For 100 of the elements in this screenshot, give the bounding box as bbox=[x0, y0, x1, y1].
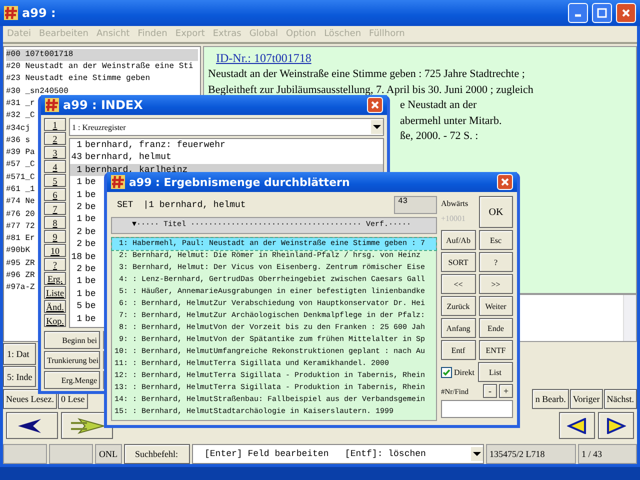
action-button[interactable]: Voriger bbox=[570, 389, 603, 410]
field-entry[interactable]: #97a-Z bbox=[6, 282, 35, 295]
dropdown-arrow-icon bbox=[472, 452, 480, 456]
field-entry[interactable]: #61 _1 bbox=[6, 184, 35, 196]
minus-button[interactable]: - bbox=[483, 384, 497, 398]
app-icon bbox=[4, 6, 18, 20]
field-entry[interactable]: #23 Neustadt eine Stimme geben bbox=[6, 73, 150, 86]
index-entry[interactable]: 18 be bbox=[70, 250, 96, 264]
command-dropdown[interactable]: [Enter] Feld bearbeiten [Entf]: löschen bbox=[192, 444, 484, 464]
field-entry[interactable]: #76 20 bbox=[6, 208, 35, 221]
index-entry[interactable]: 1 be bbox=[70, 213, 96, 226]
field-entry[interactable]: #96 ZR bbox=[6, 270, 35, 282]
browse-button[interactable]: Auf/Ab bbox=[441, 230, 476, 250]
record-text: abermehl unter Mitarb. bbox=[400, 114, 502, 129]
field-entry[interactable]: #57 _C bbox=[6, 159, 35, 172]
field-entry[interactable]: #74 Ne bbox=[6, 196, 35, 209]
direction-label: Abwärts bbox=[441, 199, 470, 208]
dropdown-arrow-icon bbox=[373, 125, 381, 129]
close-button[interactable] bbox=[367, 97, 383, 113]
field-entry[interactable]: #571_C bbox=[6, 172, 35, 184]
field-entry[interactable]: #90bK bbox=[6, 245, 30, 258]
register-button[interactable]: Änd. bbox=[44, 300, 66, 313]
register-button[interactable]: ? bbox=[44, 258, 66, 271]
index-entry[interactable]: 1 be bbox=[70, 275, 96, 288]
field-entry[interactable]: #31 _r bbox=[6, 98, 35, 110]
field-entry[interactable]: #30 _sn240500 bbox=[6, 86, 68, 98]
list-button[interactable]: List bbox=[478, 362, 513, 382]
field-entry[interactable]: #95 ZR bbox=[6, 258, 35, 270]
index-entry[interactable]: 1 bernhard, franz: feuerwehr bbox=[70, 139, 226, 152]
index-action-button[interactable]: Erg.Menge bbox=[44, 371, 100, 389]
tab-button[interactable]: 5: Inde bbox=[3, 366, 36, 388]
index-entry[interactable]: 5 be bbox=[70, 300, 96, 313]
direct-checkbox[interactable]: Direkt bbox=[441, 362, 474, 382]
field-entry[interactable]: #32 _C bbox=[6, 110, 35, 122]
field-entry[interactable]: #34cj bbox=[6, 122, 30, 135]
index-entry[interactable]: 2 be bbox=[70, 226, 96, 238]
field-entry[interactable]: #81 Er bbox=[6, 233, 35, 246]
index-entry[interactable]: 1 be bbox=[70, 188, 96, 202]
previous-button[interactable] bbox=[559, 412, 595, 440]
register-button[interactable]: 1 bbox=[44, 118, 66, 131]
register-button[interactable]: 3 bbox=[44, 146, 66, 159]
tab-button[interactable]: 1: Dat bbox=[3, 342, 36, 365]
index-entry[interactable]: 2 be bbox=[70, 263, 96, 276]
index-entry[interactable]: 43 bernhard, helmut bbox=[70, 151, 172, 164]
index-entry[interactable]: 2 be bbox=[70, 201, 96, 214]
index-entry[interactable]: 2 be bbox=[70, 238, 96, 251]
field-entry[interactable]: #20 Neustadt an der Weinstraße eine Sti bbox=[6, 61, 194, 74]
find-field[interactable] bbox=[441, 400, 513, 418]
register-button[interactable]: 4 bbox=[44, 160, 66, 173]
step-label: +10001 bbox=[441, 214, 467, 223]
action-button[interactable]: Neues Lesez. bbox=[3, 389, 57, 410]
field-entry[interactable]: #00 107t001718 bbox=[6, 48, 198, 62]
index-entry[interactable]: 1 be bbox=[70, 176, 96, 189]
maximize-button[interactable] bbox=[592, 2, 612, 23]
minimize-button[interactable] bbox=[568, 2, 588, 23]
id-link[interactable]: ID-Nr.: 107t001718 bbox=[216, 50, 312, 66]
browse-button[interactable]: << bbox=[441, 274, 476, 294]
close-button[interactable] bbox=[497, 174, 513, 190]
plus-button[interactable]: + bbox=[499, 384, 513, 398]
index-entry[interactable]: 1 be bbox=[70, 312, 96, 326]
left-triangle-icon bbox=[567, 418, 587, 434]
register-button[interactable]: 8 bbox=[44, 216, 66, 229]
next-button[interactable] bbox=[598, 412, 634, 440]
browse-button[interactable]: ENTF bbox=[478, 340, 513, 360]
back-button[interactable] bbox=[6, 412, 58, 440]
register-button[interactable]: 6 bbox=[44, 188, 66, 201]
register-button[interactable]: 5 bbox=[44, 174, 66, 187]
browse-button[interactable]: SORT bbox=[441, 252, 476, 272]
index-action-button[interactable]: Beginn bei bbox=[44, 331, 100, 349]
register-button[interactable]: Kop. bbox=[44, 314, 66, 327]
browse-button[interactable]: Weiter bbox=[478, 296, 513, 316]
register-button[interactable]: 2 bbox=[44, 132, 66, 145]
field-entry[interactable]: #77 72 bbox=[6, 220, 35, 234]
register-button[interactable]: Erg. bbox=[44, 272, 66, 285]
browse-button[interactable]: Esc bbox=[478, 230, 513, 250]
register-button[interactable]: 7 bbox=[44, 202, 66, 215]
field-entry[interactable]: #39 Pa bbox=[6, 147, 35, 160]
register-button[interactable]: 9 bbox=[44, 230, 66, 243]
close-button[interactable] bbox=[616, 2, 636, 23]
search-command-button[interactable]: Suchbefehl: bbox=[124, 444, 190, 464]
minimize-icon bbox=[575, 14, 581, 18]
index-entry[interactable]: 1 be bbox=[70, 288, 96, 300]
maximize-icon bbox=[597, 8, 607, 18]
window-title: a99 : bbox=[22, 6, 56, 20]
register-dropdown[interactable]: 1 : Kreuzregister bbox=[69, 118, 384, 136]
field-entry[interactable]: #36 s bbox=[6, 134, 30, 148]
browse-button[interactable]: Zurück bbox=[441, 296, 476, 316]
ok-button[interactable]: OK bbox=[479, 196, 513, 228]
action-button[interactable]: Nächst. bbox=[604, 389, 637, 410]
browse-button[interactable]: Entf bbox=[441, 340, 476, 360]
browse-button[interactable]: ? bbox=[478, 252, 513, 272]
forward-button[interactable] bbox=[61, 412, 113, 440]
browse-button[interactable]: Ende bbox=[478, 318, 513, 338]
browse-button[interactable]: Anfang bbox=[441, 318, 476, 338]
index-action-button[interactable]: Trunkierung bei bbox=[44, 351, 100, 369]
scrollbar[interactable] bbox=[623, 294, 636, 341]
register-button[interactable]: Liste bbox=[44, 286, 66, 299]
action-button[interactable]: n Bearb. bbox=[532, 389, 569, 410]
browse-button[interactable]: >> bbox=[478, 274, 513, 294]
register-button[interactable]: 10 bbox=[44, 244, 66, 257]
